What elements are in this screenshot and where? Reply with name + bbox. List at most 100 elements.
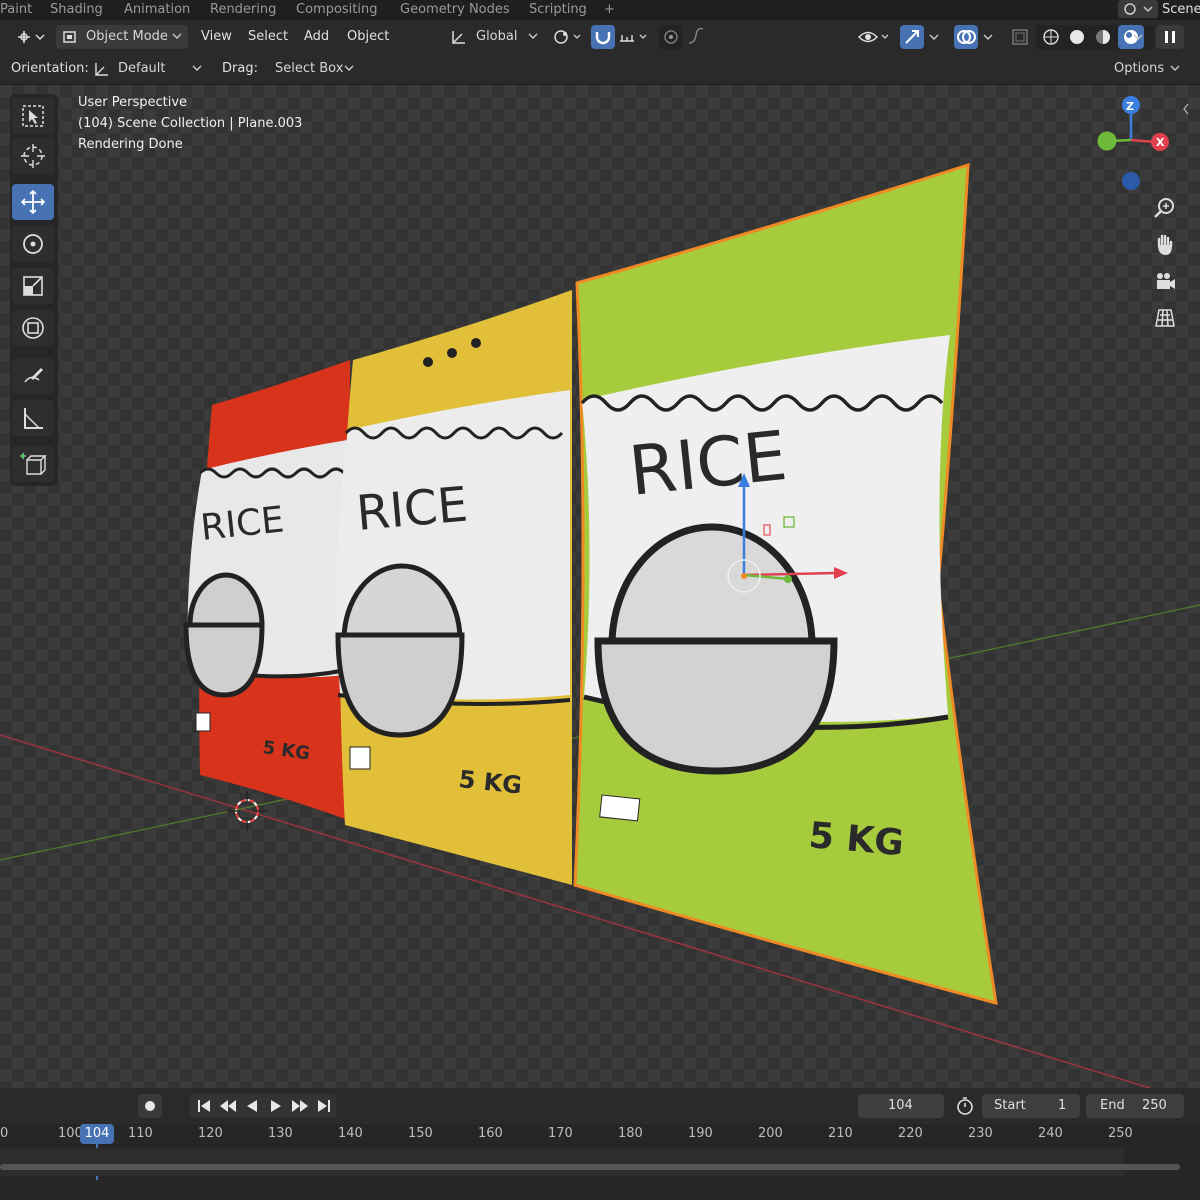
chevron-down-icon xyxy=(528,33,538,39)
start-frame-field[interactable]: Start 1 xyxy=(982,1094,1080,1118)
playback-controls xyxy=(190,1094,336,1118)
camera-icon xyxy=(1157,273,1175,289)
mode-dropdown[interactable]: Object Mode xyxy=(56,25,188,49)
proportional-icon xyxy=(664,30,678,44)
gizmo-icon xyxy=(905,30,919,44)
xray-toggle-button[interactable] xyxy=(1008,25,1032,49)
playhead-frame-label: 104 xyxy=(84,1126,110,1141)
gizmo-dropdown[interactable] xyxy=(926,25,944,49)
3d-viewport[interactable]: RICE 5 KG RICE 5 KG RICE 5 KG Z X User P… xyxy=(0,85,1200,1088)
perspective-toggle-button[interactable] xyxy=(1150,303,1180,333)
overlays-dropdown[interactable] xyxy=(980,25,998,49)
shading-dropdown[interactable] xyxy=(1130,25,1148,49)
ruler-tick: 170 xyxy=(548,1126,573,1141)
menu-object[interactable]: Object xyxy=(347,29,389,44)
end-frame-label: End xyxy=(1100,1098,1125,1113)
snap-increment-icon xyxy=(620,34,647,42)
gizmo-toggle-button[interactable] xyxy=(900,25,924,49)
orientation-dropdown[interactable]: Default xyxy=(90,57,206,81)
overlays-toggle-button[interactable] xyxy=(954,25,978,49)
menu-add[interactable]: Add xyxy=(304,29,329,44)
auto-keying-button[interactable] xyxy=(138,1094,162,1118)
end-frame-field[interactable]: End 250 xyxy=(1086,1094,1184,1118)
chevron-down-icon xyxy=(983,34,993,40)
tab-geometry-nodes[interactable]: Geometry Nodes xyxy=(400,2,510,17)
menu-select[interactable]: Select xyxy=(248,29,288,44)
zoom-button[interactable] xyxy=(1150,193,1180,223)
ruler-tick: 140 xyxy=(338,1126,363,1141)
camera-view-button[interactable] xyxy=(1150,267,1180,297)
chevron-down-icon xyxy=(1170,65,1180,71)
chevron-down-icon xyxy=(1133,34,1143,40)
tab-shading[interactable]: Shading xyxy=(50,2,103,17)
render-status-label: Rendering Done xyxy=(78,137,183,152)
axes-cursor-icon xyxy=(18,31,45,43)
material-shading-icon[interactable] xyxy=(1092,27,1114,47)
timeline-ruler[interactable]: 0 100 104 110 120 130 140 150 160 170 18… xyxy=(0,1124,1200,1200)
wireframe-shading-icon[interactable] xyxy=(1040,27,1062,47)
editor-type-button[interactable] xyxy=(14,26,48,48)
start-frame-value: 1 xyxy=(1058,1098,1067,1113)
ruler-tick: 0 xyxy=(0,1126,9,1141)
chevron-down-icon xyxy=(929,34,939,40)
stopwatch-icon xyxy=(957,1097,973,1115)
options-label: Options xyxy=(1114,61,1165,76)
pause-render-button[interactable] xyxy=(1156,25,1184,49)
tab-rendering[interactable]: Rendering xyxy=(210,2,276,17)
solid-shading-icon[interactable] xyxy=(1066,27,1088,47)
orientation-value: Global xyxy=(476,29,518,44)
preview-range-button[interactable] xyxy=(952,1094,978,1118)
options-dropdown[interactable]: Options xyxy=(1106,57,1186,81)
ruler-tick: 190 xyxy=(688,1126,713,1141)
jump-keyframe-back-icon[interactable] xyxy=(216,1094,240,1118)
jump-end-icon[interactable] xyxy=(312,1094,336,1118)
scene-name[interactable]: Scene xyxy=(1162,2,1200,17)
tab-compositing[interactable]: Compositing xyxy=(296,2,378,17)
ruler-tick: 180 xyxy=(618,1126,643,1141)
green-package-title: RICE xyxy=(626,417,791,512)
annotate-tool[interactable] xyxy=(12,358,54,394)
rice-package-green[interactable] xyxy=(573,162,998,1006)
menu-view[interactable]: View xyxy=(201,29,232,44)
pivot-icon xyxy=(554,30,581,44)
pan-button[interactable] xyxy=(1150,230,1180,260)
eye-icon xyxy=(857,31,889,43)
snap-target-dropdown[interactable] xyxy=(618,25,652,49)
drag-dropdown[interactable]: Select Box xyxy=(268,57,360,81)
move-tool[interactable] xyxy=(12,184,54,220)
tab-paint[interactable]: Paint xyxy=(0,2,32,17)
select-box-icon xyxy=(22,105,44,127)
scale-tool[interactable] xyxy=(12,268,54,304)
add-workspace-button[interactable]: + xyxy=(604,2,615,17)
measure-tool[interactable] xyxy=(12,400,54,436)
jump-keyframe-forward-icon[interactable] xyxy=(288,1094,312,1118)
play-reverse-icon[interactable] xyxy=(240,1094,264,1118)
ruler-tick: 220 xyxy=(898,1126,923,1141)
pivot-point-dropdown[interactable] xyxy=(550,25,586,49)
visibility-dropdown[interactable] xyxy=(856,25,894,49)
play-icon[interactable] xyxy=(264,1094,288,1118)
tab-scripting[interactable]: Scripting xyxy=(529,2,587,17)
snap-toggle-button[interactable] xyxy=(591,25,615,49)
cursor-tool[interactable] xyxy=(12,138,54,174)
rotate-tool[interactable] xyxy=(12,226,54,262)
playhead-frame-indicator[interactable]: 104 xyxy=(80,1124,114,1144)
ruler-tick: 250 xyxy=(1108,1126,1133,1141)
current-frame-field[interactable]: 104 xyxy=(858,1094,944,1118)
sidebar-toggle[interactable] xyxy=(1180,99,1192,119)
ruler-tick: 240 xyxy=(1038,1126,1063,1141)
select-box-tool[interactable] xyxy=(12,98,54,134)
proportional-editing-button[interactable] xyxy=(659,25,683,49)
timeline-scrollbar[interactable] xyxy=(0,1164,1180,1170)
scene-selector-button[interactable] xyxy=(1118,0,1158,18)
gizmo-z-label: Z xyxy=(1126,100,1134,113)
transform-orientation-dropdown[interactable]: Global xyxy=(446,25,546,49)
add-cube-tool[interactable] xyxy=(12,446,54,482)
jump-start-icon[interactable] xyxy=(192,1094,216,1118)
mode-label: Object Mode xyxy=(86,29,168,44)
rice-package-yellow[interactable] xyxy=(335,290,572,885)
tab-animation[interactable]: Animation xyxy=(124,2,190,17)
timeline-controls: 104 Start 1 End 250 xyxy=(0,1088,1200,1124)
transform-tool[interactable] xyxy=(12,310,54,346)
falloff-dropdown[interactable] xyxy=(686,25,720,49)
